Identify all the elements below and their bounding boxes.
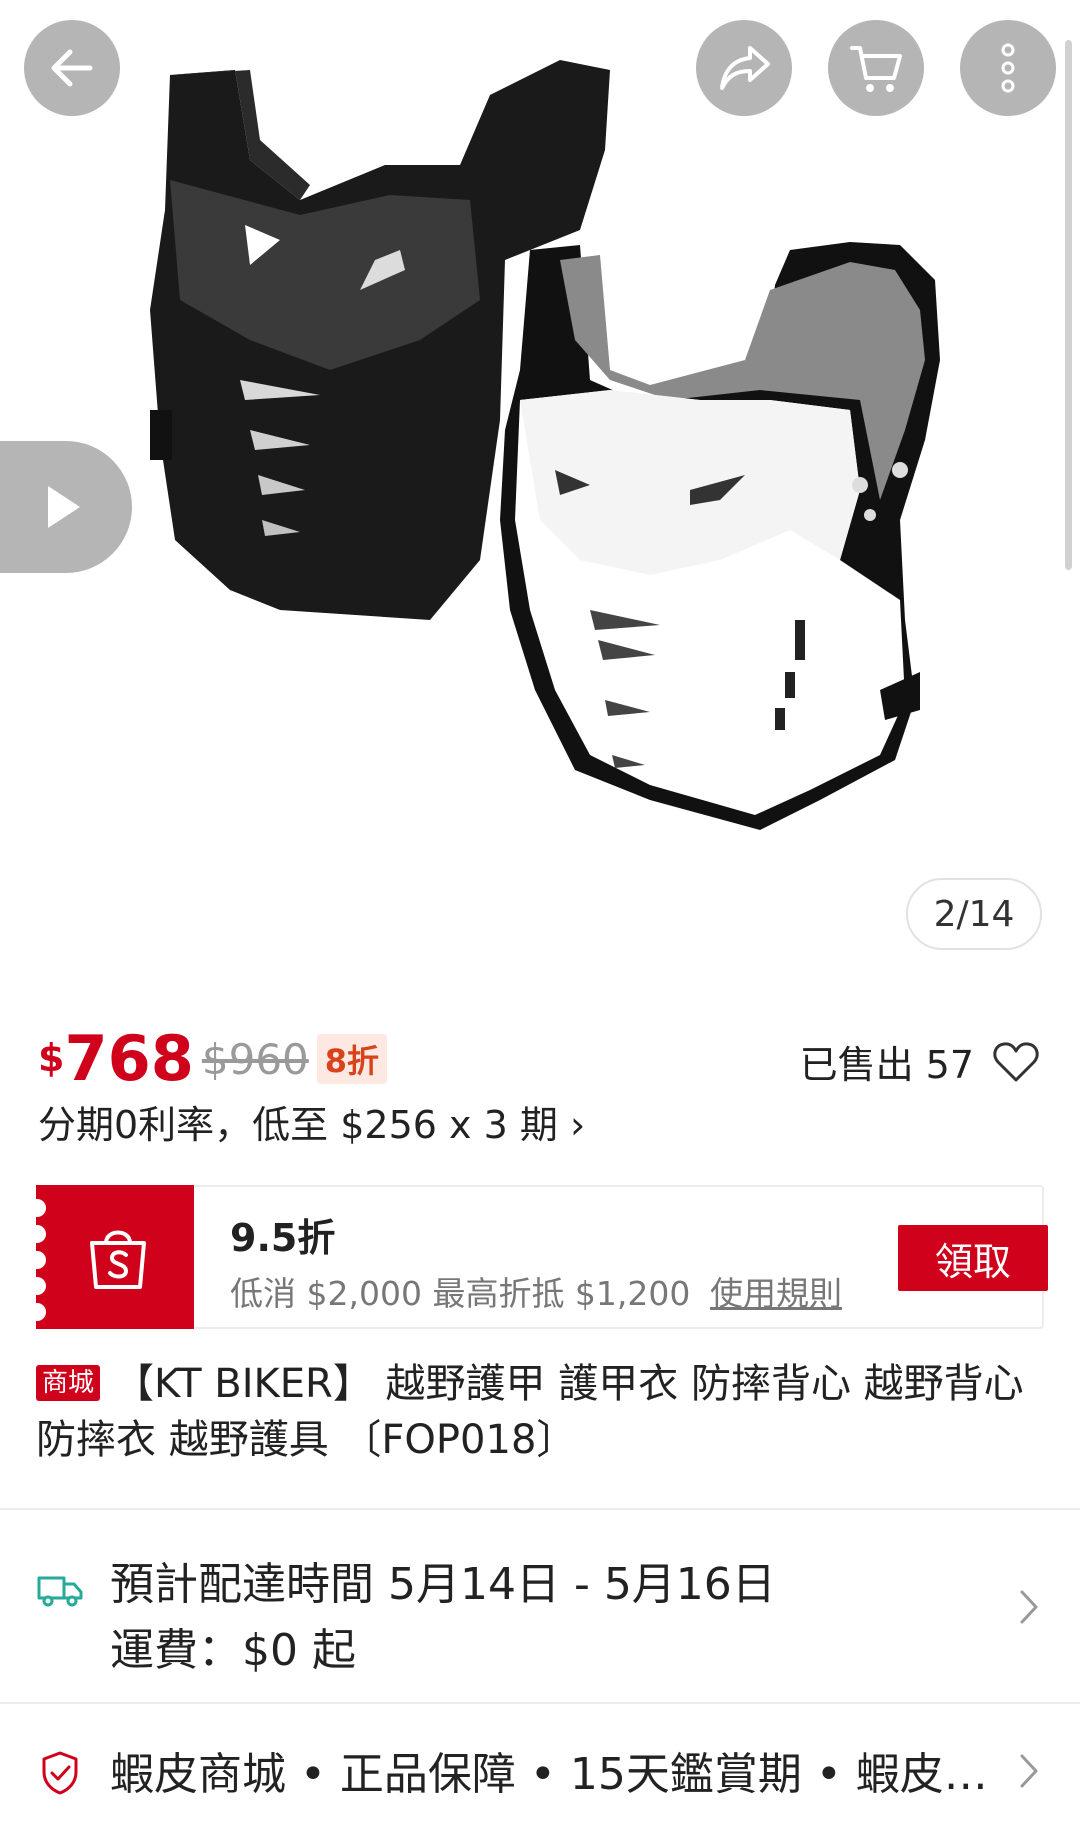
mall-badge: 商城 <box>36 1365 101 1401</box>
divider <box>0 1508 1080 1510</box>
sold-count-row: 已售出 57 <box>800 1034 1040 1089</box>
shopee-bag-icon <box>90 1230 146 1289</box>
voucher-card: 9.5折 低消 $2,000 最高折抵 $1,200 使用規則 領取 <box>28 1185 1048 1329</box>
image-counter: 2/14 <box>906 878 1042 950</box>
more-icon <box>1001 43 1015 93</box>
price-currency: $ <box>38 1036 65 1080</box>
product-title-block: 商城 【KT BIKER】 越野護甲 護甲衣 防摔背心 越野背心 防摔衣 越野護具… <box>36 1356 1046 1468</box>
guarantee-text: 蝦皮商城 • 正品保障 • 15天鑑賞期 • 蝦皮保證 <box>110 1749 1010 1800</box>
cart-button[interactable] <box>828 20 924 116</box>
truck-icon <box>37 1576 83 1607</box>
shipping-fee: 運費：$0 起 <box>110 1625 356 1676</box>
discount-badge: 8折 <box>316 1034 388 1084</box>
installment-link[interactable]: 分期0利率，低至 $256 x 3 期 › <box>38 1094 585 1149</box>
original-price: $960 <box>201 1035 309 1084</box>
white-vest-illustration <box>500 242 940 830</box>
share-icon <box>720 46 770 90</box>
chevron-right-icon <box>1020 1754 1038 1788</box>
shield-check-icon <box>42 1751 78 1795</box>
guarantee-row[interactable]: 蝦皮商城 • 正品保障 • 15天鑑賞期 • 蝦皮保證 <box>0 1706 1080 1833</box>
play-icon <box>48 486 80 528</box>
voucher-logo-panel <box>28 1185 194 1329</box>
delivery-estimate: 預計配達時間 5月14日 - 5月16日 <box>110 1559 776 1610</box>
voucher-title: 9.5折 <box>230 1216 336 1260</box>
voucher-condition: 低消 $2,000 最高折抵 $1,200 <box>230 1274 691 1313</box>
divider <box>0 1702 1080 1704</box>
product-image-gallery[interactable]: 2/14 <box>0 0 1080 975</box>
cart-icon <box>850 46 902 92</box>
share-button[interactable] <box>696 20 792 116</box>
heart-icon[interactable] <box>992 1040 1040 1084</box>
price-row: $ 768 $960 8折 <box>38 1020 388 1095</box>
play-video-button[interactable] <box>0 441 132 573</box>
current-price: 768 <box>64 1022 194 1095</box>
product-title: 【KT BIKER】 越野護甲 護甲衣 防摔背心 越野背心 防摔衣 越野護具 〔… <box>36 1361 1024 1463</box>
scrollbar-thumb[interactable] <box>1065 40 1072 570</box>
back-button[interactable] <box>24 20 120 116</box>
more-options-button[interactable] <box>960 20 1056 116</box>
product-image <box>150 60 940 830</box>
claim-voucher-button[interactable]: 領取 <box>898 1225 1048 1291</box>
sold-count: 已售出 57 <box>799 1043 974 1087</box>
back-arrow-icon <box>51 49 93 87</box>
chevron-right-icon <box>1020 1590 1038 1624</box>
shipping-info-row[interactable]: 預計配達時間 5月14日 - 5月16日 運費：$0 起 <box>0 1512 1080 1702</box>
voucher-rules-link[interactable]: 使用規則 <box>710 1267 842 1315</box>
